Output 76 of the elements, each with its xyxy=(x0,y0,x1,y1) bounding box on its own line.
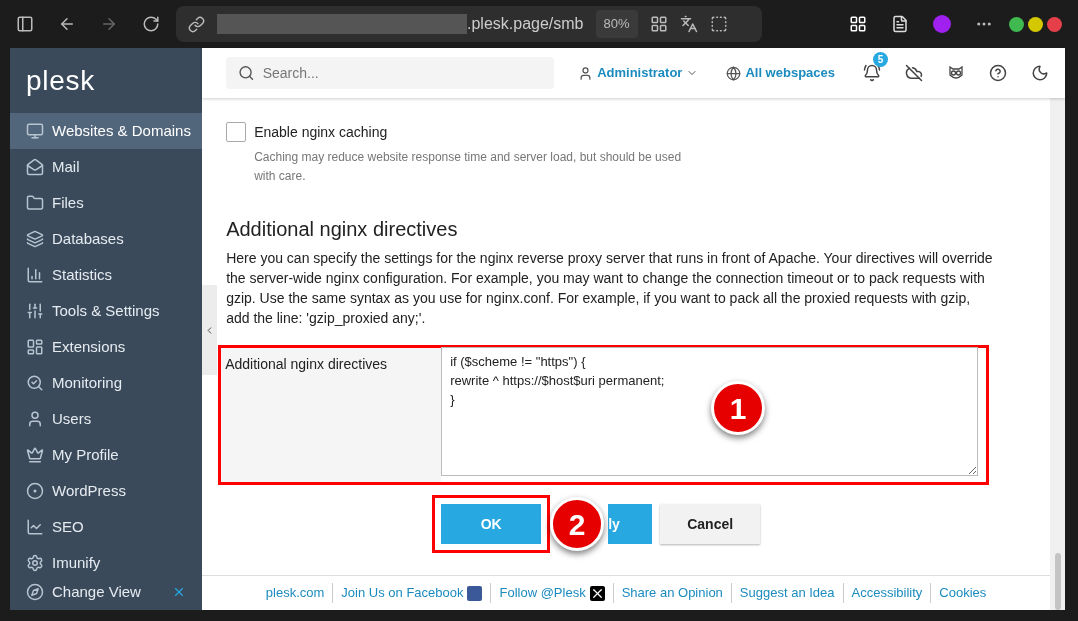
sliders-icon xyxy=(26,302,44,320)
user-icon xyxy=(26,410,44,428)
webspaces-menu[interactable]: All webspaces xyxy=(726,63,835,83)
translate-icon[interactable] xyxy=(679,15,698,33)
sidebar-item[interactable]: Mail xyxy=(10,149,203,185)
plesk-logo[interactable]: plesk xyxy=(26,59,95,102)
section-description: Here you can specify the settings for the nginx reverse proxy server that runs in front of Apache. Your directives will override the server-wide nginx configuration. For example, you may want to change the connection timeout or to pack requests with gzip. Use the same syntax as you use for nginx.conf. For example, if you want to pack all the proxied requests with gzip, add the line: 'gzip_proxied any;'. xyxy=(226,249,994,328)
magnifier-icon xyxy=(26,374,44,392)
maximize-icon[interactable] xyxy=(1028,16,1043,32)
minimize-icon[interactable] xyxy=(1009,16,1024,32)
cloud-off-icon[interactable] xyxy=(905,64,923,82)
hint-text: Caching may reduce website response time and server load, but should be used with care. xyxy=(254,149,683,185)
sidebar-item[interactable]: SEO xyxy=(10,509,203,545)
checkbox-label[interactable]: Enable nginx caching xyxy=(254,122,685,142)
footer-link[interactable]: Accessibility xyxy=(851,583,923,603)
bar-chart-icon xyxy=(26,266,44,284)
grid-icon[interactable] xyxy=(849,15,867,33)
footer-link[interactable]: plesk.com xyxy=(265,583,325,603)
blocks-icon xyxy=(26,338,44,356)
envelope-icon xyxy=(26,158,44,176)
field-label: Additional nginx directives xyxy=(225,356,388,372)
change-view-link[interactable]: Change View xyxy=(52,580,165,604)
footer-link[interactable]: Join Us on Facebook xyxy=(341,583,464,603)
back-icon[interactable] xyxy=(58,15,76,33)
user-menu[interactable]: Administrator xyxy=(578,63,699,83)
zoom-level[interactable]: 80% xyxy=(595,10,638,38)
crown-icon xyxy=(26,446,44,464)
document-icon[interactable] xyxy=(891,15,909,33)
owl-icon[interactable] xyxy=(947,64,965,82)
compass-icon xyxy=(26,583,44,601)
x-icon[interactable] xyxy=(589,585,605,601)
sidebar-item[interactable]: WordPress xyxy=(10,473,203,509)
moon-icon[interactable] xyxy=(1031,64,1049,82)
scrollbar-thumb[interactable] xyxy=(1054,553,1061,610)
notification-count: 5 xyxy=(873,52,888,67)
footer-link[interactable]: Follow @Plesk xyxy=(499,583,586,603)
bell-icon[interactable] xyxy=(863,64,881,82)
sidebar-item[interactable]: Statistics xyxy=(10,257,203,293)
monitor-icon xyxy=(26,122,44,140)
globe-icon xyxy=(726,65,742,81)
checkbox[interactable] xyxy=(226,122,247,142)
sidebar-item[interactable]: Imunify xyxy=(10,545,203,574)
line-chart-icon xyxy=(26,518,44,536)
close-icon[interactable] xyxy=(1047,16,1062,32)
footer-link[interactable]: Share an Opinion xyxy=(621,583,723,603)
facebook-icon[interactable] xyxy=(467,585,483,601)
sidebar-item[interactable]: Tools & Settings xyxy=(10,293,203,329)
apps-icon[interactable] xyxy=(649,15,668,33)
search-input[interactable]: Search... xyxy=(262,62,543,84)
footer-link[interactable]: Cookies xyxy=(939,583,987,603)
extension-icon[interactable] xyxy=(933,15,951,33)
cancel-button[interactable]: Cancel xyxy=(660,504,761,544)
sidebar-item[interactable]: Databases xyxy=(10,221,203,257)
layers-icon xyxy=(26,230,44,248)
link-icon xyxy=(188,15,205,33)
section-heading: Additional nginx directives xyxy=(226,217,459,242)
sidebar-item[interactable]: Users xyxy=(10,401,203,437)
reload-icon[interactable] xyxy=(142,15,160,33)
sidebar-item[interactable]: Extensions xyxy=(10,329,203,365)
address-bar[interactable]: .plesk.page/smb 80% xyxy=(176,6,762,42)
url-text: .plesk.page/smb xyxy=(467,14,584,34)
sidebar-item[interactable]: My Profile xyxy=(10,437,203,473)
sidebar-toggle-icon[interactable] xyxy=(16,15,34,33)
user-icon xyxy=(578,65,594,81)
sidebar-item[interactable]: Monitoring xyxy=(10,365,203,401)
reader-icon[interactable] xyxy=(709,15,728,33)
search-icon xyxy=(238,64,255,82)
gear-icon xyxy=(26,554,44,572)
search-field[interactable]: Search... xyxy=(226,57,555,89)
sidebar-item[interactable]: Files xyxy=(10,185,203,221)
folder-icon xyxy=(26,194,44,212)
sidebar-item[interactable]: Websites & Domains xyxy=(10,113,203,149)
collapse-handle[interactable] xyxy=(202,285,218,375)
forward-icon[interactable] xyxy=(100,15,118,33)
help-icon[interactable] xyxy=(989,64,1007,82)
footer-link[interactable]: Suggest an Idea xyxy=(739,583,835,603)
